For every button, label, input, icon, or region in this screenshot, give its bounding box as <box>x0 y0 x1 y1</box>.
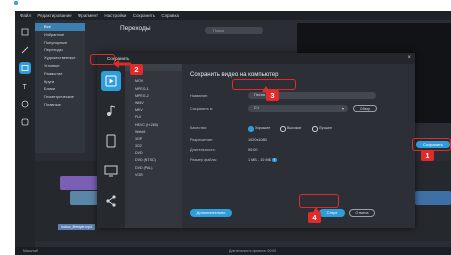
step-badge-2: 2 <box>130 64 143 75</box>
close-icon[interactable]: × <box>407 53 411 64</box>
filesize-value: 1 МБ - 10 МБ <box>248 158 272 162</box>
filesize-label: Размер файла: <box>190 158 217 162</box>
category-item[interactable]: Художественные <box>35 54 85 62</box>
dialog-heading: Сохранить видео на компьютер <box>190 72 279 78</box>
save-path-select[interactable]: C:\ <box>248 105 348 112</box>
format-item[interactable]: WebM <box>125 129 182 136</box>
app-logo-icon <box>14 1 18 5</box>
highlight-box-2 <box>90 54 115 65</box>
magic-wand-icon[interactable] <box>19 44 31 56</box>
menu-save[interactable]: Сохранить <box>133 11 155 20</box>
zoom-label: Масштаб <box>23 249 38 253</box>
category-item[interactable]: Геометрические <box>35 93 85 101</box>
format-item[interactable]: MPEG-2 <box>125 93 182 100</box>
resolution-value: 1920x1080 <box>248 138 267 142</box>
cancel-button[interactable]: Отмена <box>349 209 375 217</box>
save-audio-icon[interactable] <box>101 101 121 121</box>
step-badge-1: 1 <box>421 150 434 161</box>
format-item[interactable]: MKV <box>125 107 182 114</box>
advanced-button[interactable]: Дополнительно <box>190 209 232 217</box>
save-video-file-icon[interactable] <box>101 71 121 91</box>
category-item[interactable]: Все <box>35 23 85 31</box>
step-badge-4: 4 <box>308 212 321 223</box>
category-item[interactable]: Угловые <box>35 62 85 70</box>
browse-button[interactable]: Обзор <box>353 105 377 112</box>
video-editor-window: Файл Редактирование Фрагмент Настройки С… <box>15 11 451 255</box>
duration-value: 00:00 <box>248 148 258 152</box>
stickers-icon[interactable] <box>19 116 31 128</box>
category-item[interactable]: Размытие <box>35 70 85 78</box>
save-device-icon[interactable] <box>101 131 121 151</box>
arrow-up-icon <box>262 86 270 92</box>
quality-best-radio[interactable]: Лучшее <box>312 126 332 132</box>
transitions-search-input[interactable]: Поиск <box>205 27 263 34</box>
chevron-down-icon: ▾ <box>342 106 345 111</box>
menu-help[interactable]: Справка <box>161 11 179 20</box>
svg-text:T: T <box>23 84 28 91</box>
save-to-label: Сохранить в: <box>190 107 213 111</box>
transitions-icon[interactable] <box>19 62 31 74</box>
highlight-box-4 <box>299 194 339 208</box>
start-button[interactable]: Старт <box>319 209 345 217</box>
dialog-title: Сохранить <box>97 53 415 64</box>
category-item[interactable]: Круги <box>35 78 85 86</box>
quality-label: Качество: <box>190 126 208 130</box>
duration-label: Длительность: <box>190 148 216 152</box>
format-item[interactable]: WMV <box>125 100 182 107</box>
category-item[interactable]: Переходы <box>35 46 85 54</box>
menu-edit[interactable]: Редактирование <box>37 11 71 20</box>
save-tv-icon[interactable] <box>101 161 121 181</box>
format-item[interactable]: VOB <box>125 172 182 179</box>
category-item[interactable]: Популярные <box>35 39 85 47</box>
format-item[interactable]: MOV <box>125 78 182 85</box>
menu-fragment[interactable]: Фрагмент <box>78 11 98 20</box>
project-duration: Длительность проекта: 00:00 <box>228 249 277 253</box>
format-item[interactable]: 3G2 <box>125 143 182 150</box>
import-icon[interactable] <box>19 26 31 38</box>
quality-high-radio[interactable]: Высокое <box>280 126 301 132</box>
category-item[interactable]: Плавные <box>35 101 85 109</box>
arrow-left-icon <box>113 60 131 68</box>
quality-good-radio[interactable]: Хорошее <box>248 126 270 132</box>
format-item[interactable]: FLV <box>125 114 182 121</box>
left-toolbar: T <box>15 20 35 255</box>
name-label: Название: <box>190 94 209 98</box>
save-type-sidebar <box>97 64 125 228</box>
category-item[interactable]: Избранное <box>35 31 85 39</box>
transition-categories: Все Избранное Популярные Переходы Художе… <box>35 23 85 153</box>
menubar: Файл Редактирование Фрагмент Настройки С… <box>15 11 451 20</box>
menu-settings[interactable]: Настройки <box>104 11 126 20</box>
format-item[interactable]: DVD (PAL) <box>125 165 182 172</box>
share-icon[interactable] <box>101 191 121 211</box>
clip-filename: indoor_lifestyle.mp4 <box>58 224 96 230</box>
format-item[interactable]: DVD <box>125 150 182 157</box>
menu-file[interactable]: Файл <box>20 11 31 20</box>
format-item[interactable]: MPEG-1 <box>125 86 182 93</box>
timeline-clip-right[interactable] <box>415 191 451 205</box>
info-icon[interactable]: ? <box>272 157 277 162</box>
statusbar: Масштаб Длительность проекта: 00:00 <box>15 247 451 255</box>
arrow-up-icon <box>313 207 319 212</box>
format-item[interactable]: DVD (NTSC) <box>125 157 182 164</box>
format-list: MP4 AVI MOV MPEG-1 MPEG-2 WMV MKV FLV HE… <box>125 64 182 228</box>
transitions-title: Переходы <box>120 25 151 32</box>
filters-icon[interactable] <box>19 98 31 110</box>
category-item[interactable]: Блики <box>35 85 85 93</box>
format-item[interactable]: HEVC (H.265) <box>125 122 182 129</box>
resolution-label: Разрешение: <box>190 138 213 142</box>
text-icon[interactable]: T <box>19 80 31 92</box>
format-item[interactable]: 3GP <box>125 136 182 143</box>
